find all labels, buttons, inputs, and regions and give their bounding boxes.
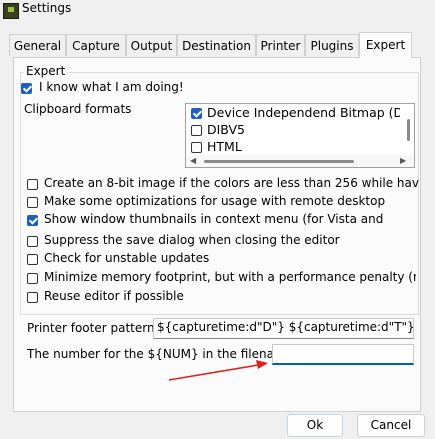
tab-expert[interactable]: Expert [359,32,412,58]
cancel-button[interactable]: Cancel [357,414,425,437]
annotation-arrow-icon [168,360,268,381]
ok-button[interactable]: Ok [287,414,343,437]
